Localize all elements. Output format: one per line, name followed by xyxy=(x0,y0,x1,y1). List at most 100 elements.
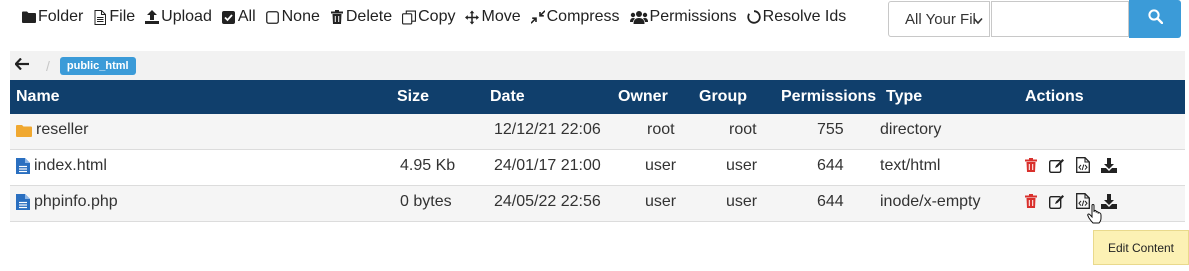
select-all-label: All xyxy=(237,8,256,25)
delete-label: Delete xyxy=(345,8,393,25)
breadcrumb-separator: / xyxy=(46,57,50,74)
permissions-button[interactable]: Permissions xyxy=(625,1,742,33)
move-label: Move xyxy=(481,8,521,25)
delete-file-button[interactable] xyxy=(1022,158,1040,177)
search-scope-value: All Your Files xyxy=(905,10,975,28)
edit-icon xyxy=(1048,194,1065,214)
download-icon xyxy=(1101,193,1117,214)
file-owner: user xyxy=(645,193,677,210)
column-header-permissions[interactable]: Permissions xyxy=(781,88,876,106)
select-none-label: None xyxy=(281,8,320,25)
code-file-icon xyxy=(1076,157,1090,178)
circle-notch-icon xyxy=(747,10,761,24)
file-icon xyxy=(93,9,107,25)
file-name: index.html xyxy=(34,157,107,174)
file-name-cell[interactable]: index.html xyxy=(16,157,107,175)
resolve-ids-label: Resolve Ids xyxy=(762,8,847,25)
column-header-owner[interactable]: Owner xyxy=(618,88,668,106)
back-button[interactable] xyxy=(12,56,32,76)
file-type: text/html xyxy=(880,157,941,174)
file-permissions[interactable]: 644 xyxy=(817,157,844,175)
search-icon xyxy=(1147,9,1163,29)
download-icon xyxy=(1101,157,1117,178)
file-group: user xyxy=(726,157,758,174)
delete-button[interactable]: Delete xyxy=(325,1,397,33)
delete-file-button[interactable] xyxy=(1022,194,1040,213)
column-header-type[interactable]: Type xyxy=(886,88,922,106)
permissions-label: Permissions xyxy=(649,8,737,25)
upload-button[interactable]: Upload xyxy=(140,1,217,33)
resolve-ids-button[interactable]: Resolve Ids xyxy=(742,1,852,33)
file-size: 4.95 Kb xyxy=(400,157,456,174)
edit-icon xyxy=(1048,158,1065,178)
breadcrumb-current-folder[interactable]: public_html xyxy=(59,56,136,75)
compress-label: Compress xyxy=(546,8,620,25)
search-input[interactable] xyxy=(991,1,1129,37)
file-group: root xyxy=(729,121,757,138)
rename-file-button[interactable] xyxy=(1048,194,1066,214)
row-actions xyxy=(1022,193,1118,214)
file-name-cell[interactable]: phpinfo.php xyxy=(16,193,118,211)
compress-icon xyxy=(530,10,545,24)
select-none-button[interactable]: None xyxy=(261,1,325,33)
new-file-label: File xyxy=(109,8,136,25)
table-row[interactable]: phpinfo.php 0 bytes 24/05/22 22:56 user … xyxy=(10,186,1185,222)
edit-content-button[interactable] xyxy=(1074,157,1092,178)
column-header-date[interactable]: Date xyxy=(490,88,525,106)
chevron-down-icon xyxy=(973,12,983,29)
arrow-left-icon xyxy=(14,57,29,75)
copy-button[interactable]: Copy xyxy=(397,1,460,33)
file-permissions[interactable]: 755 xyxy=(817,121,844,139)
file-name: phpinfo.php xyxy=(34,193,118,210)
table-row[interactable]: index.html 4.95 Kb 24/01/17 21:00 user u… xyxy=(10,150,1185,186)
search-scope-select[interactable]: All Your Files xyxy=(888,1,990,37)
upload-icon xyxy=(145,10,160,24)
file-group: user xyxy=(726,193,758,210)
file-table: Name Size Date Owner Group Permissions T… xyxy=(10,80,1185,222)
compress-button[interactable]: Compress xyxy=(526,1,625,33)
column-header-actions: Actions xyxy=(1025,88,1084,105)
row-actions xyxy=(1022,157,1118,178)
breadcrumb: / public_html xyxy=(10,51,1185,80)
edit-content-tooltip: Edit Content xyxy=(1093,230,1189,265)
column-header-size[interactable]: Size xyxy=(397,88,429,106)
file-toolbar: Folder File Upload All None Delete Copy … xyxy=(0,0,851,34)
upload-label: Upload xyxy=(161,8,212,25)
column-header-name[interactable]: Name xyxy=(16,88,60,106)
file-date: 24/01/17 21:00 xyxy=(494,157,601,174)
file-owner: user xyxy=(645,157,677,174)
trash-icon xyxy=(1025,194,1037,213)
new-folder-label: Folder xyxy=(38,8,84,25)
file-type: inode/x-empty xyxy=(880,193,981,210)
file-size: 0 bytes xyxy=(400,193,452,210)
new-folder-button[interactable]: Folder xyxy=(0,1,88,33)
hand-pointer-cursor-icon xyxy=(1087,203,1103,229)
file-icon xyxy=(16,158,30,174)
file-name-cell[interactable]: reseller xyxy=(16,121,88,139)
folder-icon xyxy=(16,124,32,137)
copy-icon xyxy=(402,10,417,25)
search-button[interactable] xyxy=(1129,0,1181,38)
rename-file-button[interactable] xyxy=(1048,158,1066,178)
users-icon xyxy=(629,10,648,24)
move-arrows-icon xyxy=(465,10,480,24)
new-file-button[interactable]: File xyxy=(88,1,140,33)
file-date: 12/12/21 22:06 xyxy=(494,121,601,138)
select-all-button[interactable]: All xyxy=(217,1,261,33)
download-file-button[interactable] xyxy=(1100,157,1118,178)
table-row[interactable]: reseller 12/12/21 22:06 root root 755 di… xyxy=(10,114,1185,150)
empty-checkbox-icon xyxy=(266,10,280,24)
trash-icon xyxy=(330,10,344,24)
file-owner: root xyxy=(647,121,675,138)
file-icon xyxy=(16,194,30,210)
file-name: reseller xyxy=(36,121,89,138)
checked-checkbox-icon xyxy=(222,10,236,24)
folder-icon xyxy=(22,10,36,24)
file-type: directory xyxy=(880,121,942,138)
move-button[interactable]: Move xyxy=(460,1,525,33)
file-permissions[interactable]: 644 xyxy=(817,193,844,211)
column-header-group[interactable]: Group xyxy=(699,88,747,106)
trash-icon xyxy=(1025,158,1037,177)
copy-label: Copy xyxy=(418,8,456,25)
file-date: 24/05/22 22:56 xyxy=(494,193,601,210)
